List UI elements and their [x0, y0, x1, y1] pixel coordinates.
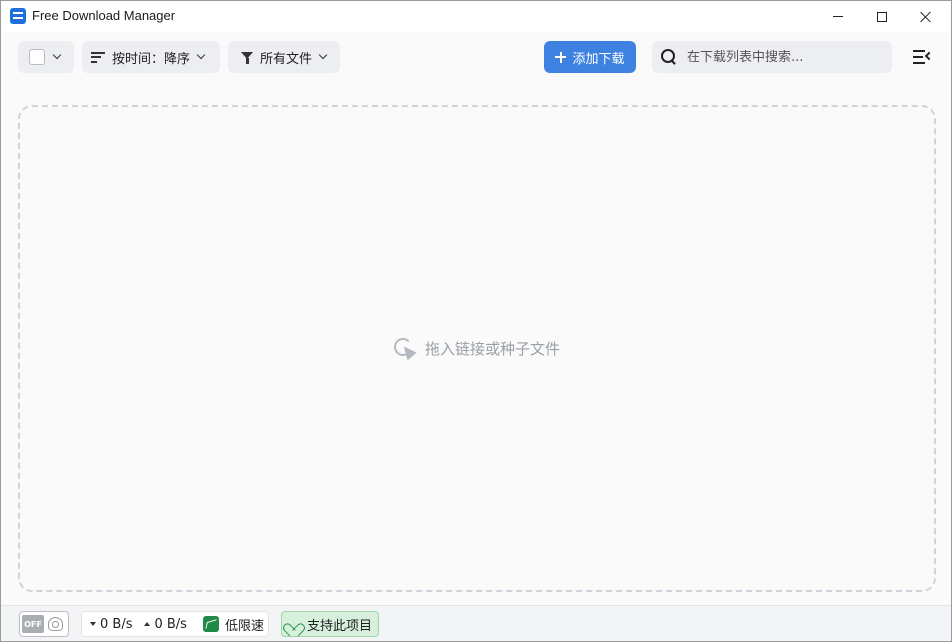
plus-icon — [555, 51, 567, 63]
speed-mode-label: 低限速 — [224, 618, 264, 634]
snail-mode-toggle[interactable]: OFF — [19, 611, 69, 637]
chevron-down-icon — [318, 50, 328, 60]
select-all-dropdown[interactable] — [18, 41, 74, 73]
filter-label: 所有文件 — [260, 51, 313, 67]
sort-icon — [91, 51, 105, 63]
drop-hint-text: 拖入链接或种子文件 — [424, 340, 560, 358]
chevron-down-icon — [196, 50, 206, 60]
sort-label: 按时间：降序 — [112, 51, 191, 67]
add-download-button[interactable]: 添加下载 — [544, 41, 636, 73]
maximize-icon — [877, 11, 887, 22]
drop-hint: 拖入链接或种子文件 — [393, 337, 560, 360]
drop-zone[interactable]: 拖入链接或种子文件 — [18, 105, 936, 592]
upload-arrow-icon — [144, 622, 151, 626]
window-title: Free Download Manager — [32, 8, 176, 23]
filter-icon — [241, 52, 253, 64]
add-download-label: 添加下载 — [572, 51, 625, 67]
minimize-icon — [833, 16, 843, 17]
close-icon — [920, 11, 932, 23]
maximize-button[interactable] — [859, 1, 905, 32]
download-speed: 0 B/s — [100, 616, 133, 632]
chevron-down-icon — [52, 50, 62, 60]
support-project-button[interactable]: 支持此项目 — [281, 611, 379, 637]
title-bar[interactable]: Free Download Manager — [1, 1, 951, 32]
speed-limit-icon — [202, 616, 219, 632]
minimize-button[interactable] — [815, 1, 861, 32]
toolbar: 按时间：降序 所有文件 添加下载 — [1, 32, 951, 84]
app-logo-icon — [10, 8, 26, 24]
heart-icon — [287, 618, 301, 631]
support-label: 支持此项目 — [307, 618, 373, 634]
app-window: Free Download Manager 按时间：降序 所有文件 添加下载 在… — [0, 0, 952, 642]
cursor-click-icon — [393, 337, 416, 360]
select-all-checkbox[interactable] — [29, 49, 45, 65]
toggle-off-label: OFF — [22, 615, 44, 633]
search-input[interactable] — [687, 49, 887, 65]
search-box[interactable] — [652, 41, 892, 73]
download-arrow-icon — [90, 622, 96, 626]
status-bar: OFF 0 B/s 0 B/s 低限速 支持此项目 — [1, 605, 951, 641]
snail-icon — [48, 617, 63, 631]
main-menu-button[interactable] — [911, 47, 934, 67]
upload-speed: 0 B/s — [154, 616, 187, 632]
filter-dropdown[interactable]: 所有文件 — [228, 41, 340, 73]
speed-panel[interactable]: 0 B/s 0 B/s 低限速 — [81, 611, 269, 637]
sort-dropdown[interactable]: 按时间：降序 — [82, 41, 220, 73]
close-button[interactable] — [903, 1, 949, 32]
search-icon — [661, 49, 677, 65]
